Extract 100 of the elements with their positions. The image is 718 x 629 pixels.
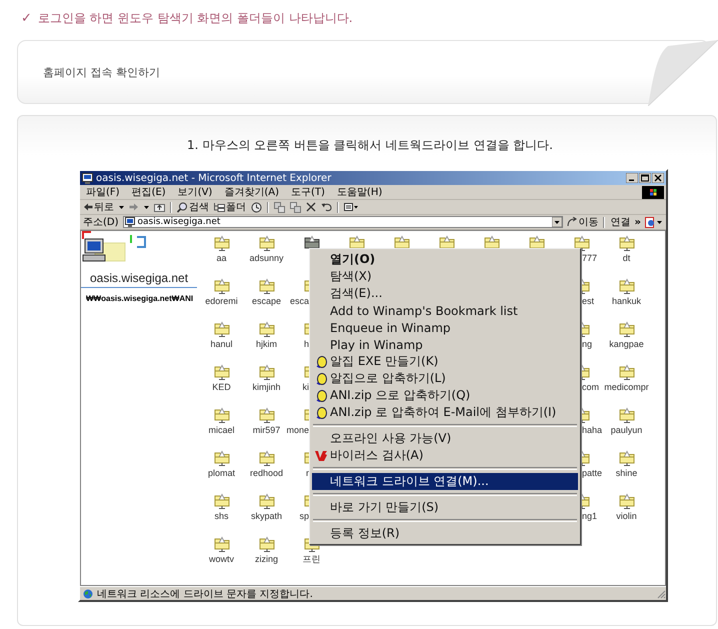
folder-label: kangpae bbox=[609, 339, 644, 349]
menu-item[interactable]: 편집(E) bbox=[132, 185, 166, 199]
menu-item[interactable]: 알집으로 압축하기(L) bbox=[312, 370, 578, 387]
folder-label: zizing bbox=[254, 554, 278, 564]
minimize-button[interactable] bbox=[626, 173, 638, 183]
back-button[interactable]: 뒤로 bbox=[83, 200, 114, 214]
shared-folder-icon[interactable] bbox=[258, 493, 274, 509]
menu-item[interactable]: 네트워크 드라이브 연결(M)... bbox=[312, 473, 578, 490]
dropdown-arrow-button[interactable] bbox=[552, 217, 562, 227]
folder-label: hanul bbox=[210, 339, 233, 349]
shared-folder-icon[interactable] bbox=[618, 407, 634, 423]
dropdown-caret-icon[interactable] bbox=[119, 206, 124, 208]
shared-folder-icon[interactable] bbox=[214, 536, 230, 552]
folder-label: KED bbox=[212, 382, 231, 392]
shared-folder-icon[interactable] bbox=[258, 364, 274, 380]
folders-button[interactable]: 폴더 bbox=[214, 200, 246, 214]
undo-icon[interactable] bbox=[321, 202, 332, 212]
views-icon[interactable] bbox=[344, 202, 358, 212]
document-globe-icon[interactable] bbox=[644, 216, 663, 228]
address-label: 주소(D) bbox=[83, 216, 119, 229]
dropdown-caret-icon[interactable] bbox=[144, 206, 149, 208]
folder-label: shine bbox=[616, 468, 638, 478]
folder-label: ki bbox=[302, 382, 309, 392]
menu-item[interactable]: ANI.zip 으로 압축하기(Q) bbox=[312, 387, 578, 404]
magnifier-icon bbox=[177, 202, 188, 212]
menu-item[interactable]: 등록 정보(R) bbox=[312, 525, 578, 542]
close-button[interactable] bbox=[652, 173, 664, 183]
coin-icon bbox=[316, 356, 326, 368]
folder-up-icon[interactable] bbox=[154, 202, 165, 212]
network-path: ₩₩oasis.wisegiga.net₩ANI bbox=[85, 293, 194, 303]
section-title: 홈페이지 접속 확인하기 bbox=[43, 64, 160, 80]
move-to-icon[interactable] bbox=[274, 202, 285, 212]
folder-label: skypath bbox=[250, 511, 282, 521]
more-button[interactable]: » bbox=[634, 216, 641, 228]
shared-folder-icon[interactable] bbox=[214, 235, 230, 251]
menu-item[interactable]: 검색(E)... bbox=[312, 285, 578, 302]
search-button[interactable]: 검색 bbox=[177, 200, 209, 214]
menu-item[interactable]: Add to Winamp's Bookmark list bbox=[312, 302, 578, 319]
shared-folder-icon[interactable] bbox=[618, 450, 634, 466]
shared-folder-icon[interactable] bbox=[214, 278, 230, 294]
shared-folder-icon[interactable] bbox=[618, 493, 634, 509]
shared-folder-icon[interactable] bbox=[618, 321, 634, 337]
shared-folder-icon[interactable] bbox=[618, 364, 634, 380]
shared-folder-icon[interactable] bbox=[618, 278, 634, 294]
coin-icon bbox=[316, 406, 326, 418]
menu-item[interactable]: 도구(T) bbox=[291, 185, 325, 199]
maximize-button[interactable] bbox=[639, 173, 651, 183]
menu-item[interactable]: 알집 EXE 만들기(K) bbox=[312, 353, 578, 370]
menu-item[interactable]: ANI.zip 로 압축하여 E-Mail에 첨부하기(I) bbox=[312, 404, 578, 421]
folder-label: paulyun bbox=[610, 425, 642, 435]
shared-folder-icon[interactable] bbox=[214, 493, 230, 509]
shared-folder-icon[interactable] bbox=[258, 407, 274, 423]
browser-page-icon bbox=[82, 172, 93, 184]
step-title: 1. 마우스의 오른쪽 버튼을 클릭해서 네트웍드라이브 연결을 합니다. bbox=[186, 137, 554, 153]
folder-label: plomat bbox=[208, 468, 235, 478]
menu-item[interactable]: 도움말(H) bbox=[336, 185, 382, 199]
folder-label: ng bbox=[582, 339, 592, 349]
folder-label: patte bbox=[582, 468, 602, 478]
copy-to-icon[interactable] bbox=[290, 202, 301, 212]
folder-label: hankuk bbox=[612, 296, 642, 306]
menu-item[interactable]: 보기(V) bbox=[178, 185, 212, 199]
shared-folder-icon[interactable] bbox=[258, 536, 274, 552]
menu-item[interactable]: 오프라인 사용 가능(V) bbox=[312, 430, 578, 447]
menu-item[interactable]: Enqueue in Winamp bbox=[312, 319, 578, 336]
go-button[interactable]: 이동 bbox=[566, 215, 599, 229]
folder-label: ng1 bbox=[582, 511, 598, 521]
folder-label: hjkim bbox=[256, 339, 277, 349]
menu-item[interactable]: 열기(O) bbox=[312, 251, 578, 268]
folder-label: esca bbox=[290, 296, 309, 306]
folder-tree-icon bbox=[214, 202, 225, 212]
go-arrow-icon bbox=[566, 217, 577, 227]
check-mark-icon: ✓ bbox=[21, 10, 32, 26]
shared-folder-icon[interactable] bbox=[214, 321, 230, 337]
folder-label: haha bbox=[582, 425, 602, 435]
shared-folder-icon[interactable] bbox=[258, 235, 274, 251]
menu-item[interactable]: 즐겨찾기(A) bbox=[224, 185, 279, 199]
shared-folder-icon[interactable] bbox=[258, 278, 274, 294]
shared-folder-icon[interactable] bbox=[618, 235, 634, 251]
folder-label: kimjinh bbox=[252, 382, 280, 392]
address-field[interactable]: oasis.wisegiga.net bbox=[122, 216, 563, 228]
shared-folder-icon[interactable] bbox=[214, 364, 230, 380]
page-icon bbox=[124, 217, 135, 227]
folder-label: h bbox=[304, 339, 309, 349]
resize-grip-icon[interactable] bbox=[656, 588, 666, 598]
folder-label: 777 bbox=[582, 253, 598, 263]
folder-label: shs bbox=[214, 511, 228, 521]
location-title: oasis.wisegiga.net bbox=[81, 267, 197, 288]
folder-label: dt bbox=[622, 253, 630, 263]
delete-icon[interactable] bbox=[306, 202, 316, 212]
menu-item[interactable]: 파일(F) bbox=[86, 185, 120, 199]
shared-folder-icon[interactable] bbox=[214, 450, 230, 466]
menu-item[interactable]: 바이러스 검사(A) bbox=[312, 447, 578, 464]
shared-folder-icon[interactable] bbox=[214, 407, 230, 423]
menu-item[interactable]: 탐색(X) bbox=[312, 268, 578, 285]
menu-item[interactable]: Play in Winamp bbox=[312, 336, 578, 353]
links-button[interactable]: 연결 bbox=[610, 215, 631, 229]
shared-folder-icon[interactable] bbox=[258, 450, 274, 466]
folder-label: com bbox=[582, 382, 600, 392]
menu-item[interactable]: 바로 가기 만들기(S) bbox=[312, 499, 578, 516]
shared-folder-icon[interactable] bbox=[258, 321, 274, 337]
